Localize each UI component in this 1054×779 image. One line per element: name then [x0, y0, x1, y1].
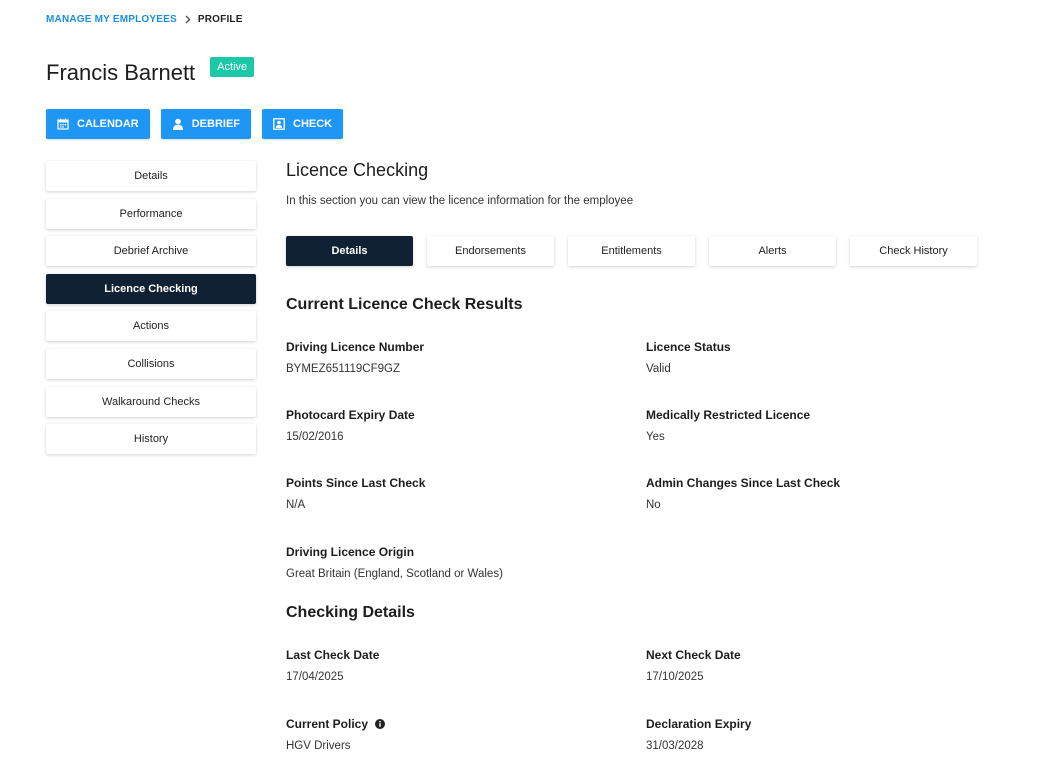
last-check-date-value: 17/04/2025 [286, 671, 344, 683]
sidebar-item-licence-checking[interactable]: Licence Checking [46, 273, 256, 304]
action-toolbar: CALENDAR DEBRIEF CHECK [46, 109, 344, 139]
admin-changes-value: No [646, 499, 661, 511]
medically-restricted-label: Medically Restricted Licence [646, 408, 811, 422]
sidebar-item-debrief-archive[interactable]: Debrief Archive [46, 236, 256, 267]
sidebar: Details Performance Debrief Archive Lice… [46, 161, 256, 462]
declaration-expiry-value: 31/03/2028 [646, 740, 704, 752]
photocard-expiry-field: Photocard Expiry Date 15/02/2016 [286, 408, 616, 443]
admin-changes-label: Admin Changes Since Last Check [646, 476, 841, 490]
sidebar-item-walkaround-checks[interactable]: Walkaround Checks [46, 386, 256, 417]
calendar-button-label: CALENDAR [77, 118, 139, 130]
section-title: Licence Checking [286, 160, 429, 180]
tab-alerts[interactable]: Alerts [709, 236, 836, 266]
tab-details[interactable]: Details [286, 236, 413, 266]
sidebar-item-performance[interactable]: Performance [46, 198, 256, 229]
user-icon [172, 118, 184, 130]
debrief-button-label: DEBRIEF [191, 118, 241, 130]
tab-check-history[interactable]: Check History [850, 236, 977, 266]
driving-licence-number-value: BYMEZ651119CF9GZ [286, 363, 400, 375]
next-check-date-field: Next Check Date 17/10/2025 [646, 648, 976, 683]
licence-status-label: Licence Status [646, 340, 731, 354]
current-policy-label-row: Current Policy [286, 717, 616, 731]
calendar-button[interactable]: CALENDAR [46, 109, 150, 139]
debrief-button[interactable]: DEBRIEF [160, 109, 252, 139]
current-policy-label: Current Policy [286, 717, 369, 731]
licence-origin-value: Great Britain (England, Scotland or Wale… [286, 568, 503, 580]
current-policy-value: HGV Drivers [286, 740, 351, 752]
current-results-title: Current Licence Check Results [286, 296, 523, 313]
photocard-expiry-value: 15/02/2016 [286, 431, 344, 443]
check-button-label: CHECK [293, 118, 333, 130]
points-since-last-check-value: N/A [286, 499, 306, 511]
driving-licence-number-label: Driving Licence Number [286, 340, 425, 354]
points-since-last-check-field: Points Since Last Check N/A [286, 476, 616, 511]
licence-origin-field: Driving Licence Origin Great Britain (En… [286, 545, 616, 580]
checking-details-title: Checking Details [286, 604, 415, 621]
next-check-date-value: 17/10/2025 [646, 671, 704, 683]
main-content: Licence Checking In this section you can… [286, 160, 1006, 752]
driving-licence-number-field: Driving Licence Number BYMEZ651119CF9GZ [286, 340, 616, 375]
licence-tabs: Details Endorsements Entitlements Alerts… [286, 236, 977, 266]
sidebar-item-actions[interactable]: Actions [46, 311, 256, 342]
licence-origin-label: Driving Licence Origin [286, 545, 415, 559]
chevron-right-icon [185, 15, 191, 24]
breadcrumb-current: PROFILE [197, 14, 243, 25]
sidebar-item-details[interactable]: Details [46, 161, 256, 191]
licence-status-field: Licence Status Valid [646, 340, 976, 375]
breadcrumb: MANAGE MY EMPLOYEES PROFILE [46, 14, 243, 25]
next-check-date-label: Next Check Date [646, 648, 741, 662]
medically-restricted-field: Medically Restricted Licence Yes [646, 408, 976, 443]
id-card-icon [273, 118, 285, 130]
breadcrumb-manage-employees-link[interactable]: MANAGE MY EMPLOYEES [46, 14, 177, 25]
current-policy-field: Current Policy HGV Drivers [286, 717, 616, 752]
info-icon[interactable] [375, 719, 386, 729]
declaration-expiry-field: Declaration Expiry 31/03/2028 [646, 717, 976, 752]
declaration-expiry-label: Declaration Expiry [646, 717, 752, 731]
medically-restricted-value: Yes [646, 431, 665, 443]
section-description: In this section you can view the licence… [286, 195, 634, 207]
sidebar-item-collisions[interactable]: Collisions [46, 348, 256, 379]
calendar-icon [57, 118, 69, 130]
last-check-date-field: Last Check Date 17/04/2025 [286, 648, 616, 683]
admin-changes-field: Admin Changes Since Last Check No [646, 476, 976, 511]
sidebar-item-history[interactable]: History [46, 424, 256, 455]
check-button[interactable]: CHECK [262, 109, 344, 139]
page-title: Francis Barnett [46, 60, 196, 85]
tab-entitlements[interactable]: Entitlements [568, 236, 695, 266]
page-header: Francis Barnett Active [46, 56, 255, 90]
last-check-date-label: Last Check Date [286, 648, 380, 662]
points-since-last-check-label: Points Since Last Check [286, 476, 426, 490]
licence-status-value: Valid [646, 363, 671, 375]
photocard-expiry-label: Photocard Expiry Date [286, 408, 415, 422]
status-badge: Active [210, 57, 255, 77]
tab-endorsements[interactable]: Endorsements [427, 236, 554, 266]
